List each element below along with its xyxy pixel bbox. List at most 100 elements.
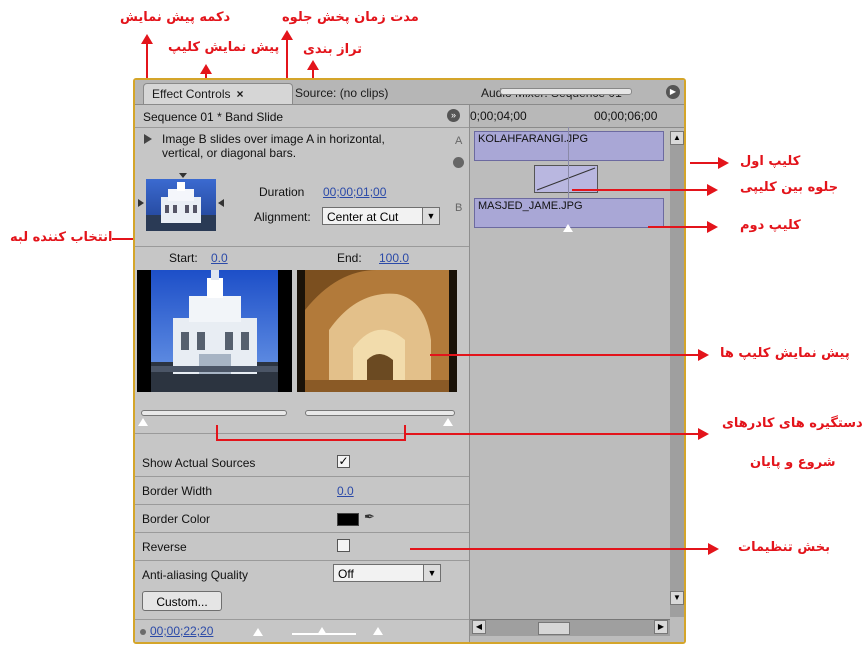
zoom-slider-handle[interactable]	[317, 627, 327, 635]
scroll-left-icon[interactable]: ◀	[472, 620, 486, 634]
eyedropper-icon[interactable]: ✒	[364, 509, 375, 525]
alignment-select-value: Center at Cut	[327, 210, 399, 224]
border-color-swatch[interactable]	[337, 513, 359, 526]
separator	[135, 619, 469, 620]
tab-effect-controls-label: Effect Controls	[152, 87, 231, 101]
edge-selector-left-icon[interactable]	[138, 199, 144, 207]
clip-a-name: KOLAHFARANGI.JPG	[478, 133, 589, 145]
expand-icon-glyph: »	[450, 110, 456, 120]
edge-selector	[138, 173, 226, 235]
separator	[135, 532, 469, 533]
play-preview-icon[interactable]	[144, 134, 152, 144]
end-preview-arch-image	[297, 270, 457, 392]
reverse-checkbox[interactable]	[337, 539, 350, 552]
scroll-right-icon[interactable]: ▶	[654, 620, 668, 634]
border-width-value[interactable]: 0.0	[337, 484, 354, 498]
leader-handles-left	[216, 425, 218, 440]
end-value[interactable]: 100.0	[379, 251, 409, 265]
edge-selector-right-icon[interactable]	[218, 199, 224, 207]
annotation-clip-preview: پیش نمایش کلیپ	[168, 40, 280, 55]
annotation-transition-between-clips: جلوه بین کلیپی	[740, 180, 839, 195]
leader-second-clip	[648, 226, 708, 228]
show-actual-sources-label: Show Actual Sources	[142, 456, 256, 470]
zoom-out-icon[interactable]	[253, 628, 263, 636]
separator	[135, 127, 469, 128]
effect-controls-panel: Effect Controls × Source: (no clips) Audi…	[133, 78, 686, 644]
leader-clips-preview	[430, 354, 700, 356]
arrow-head-first-clip	[718, 157, 729, 169]
separator	[135, 560, 469, 561]
annotation-preview-button: دکمه پیش نمایش	[120, 10, 231, 25]
leader-transition-between-clips	[572, 189, 708, 191]
tab-source[interactable]: Source: (no clips)	[287, 83, 396, 103]
annotation-first-clip: کلیپ اول	[740, 154, 801, 169]
leader-first-clip	[690, 162, 720, 164]
start-preview	[137, 270, 292, 392]
annotation-second-clip: کلیپ دوم	[740, 218, 801, 233]
end-frame-slider[interactable]	[305, 410, 455, 416]
ruler-time-right: 00;00;06;00	[594, 109, 658, 123]
start-value[interactable]: 0.0	[211, 251, 228, 265]
edge-selector-top-icon[interactable]	[179, 173, 187, 178]
duration-label: Duration	[259, 185, 305, 199]
sequence-title: Sequence 01 * Band Slide	[143, 110, 284, 124]
start-frame-handle[interactable]	[138, 418, 148, 426]
custom-button[interactable]: Custom...	[142, 591, 222, 611]
separator	[135, 246, 469, 247]
arrow-head-preview-button	[141, 34, 153, 44]
zoom-in-icon[interactable]	[373, 627, 383, 635]
playhead-icon	[140, 629, 146, 635]
annotation-frame-handles-line1: دستگیره های کادرهای	[722, 416, 863, 431]
separator	[135, 476, 469, 477]
start-frame-slider[interactable]	[141, 410, 287, 416]
leader-handles-bottom	[216, 439, 406, 441]
timeline-column: 0;00;04;00 00;00;06;00 KOLAHFARANGI.JPG …	[470, 88, 684, 642]
clip-a[interactable]: KOLAHFARANGI.JPG	[474, 131, 664, 161]
vertical-scrollbar[interactable]	[670, 131, 684, 617]
leader-handles	[406, 433, 700, 435]
arrow-head-frame-handles	[698, 428, 709, 440]
chevron-down-icon[interactable]: ▼	[423, 565, 440, 581]
clip-preview-thumbnail	[146, 179, 216, 231]
panel-menu-icon[interactable]: ▶	[666, 85, 680, 99]
close-icon[interactable]: ×	[236, 87, 243, 101]
end-label: End:	[337, 251, 362, 265]
arrow-head-second-clip	[707, 221, 718, 233]
anti-aliasing-select[interactable]: Off ▼	[333, 564, 441, 582]
end-frame-handle[interactable]	[443, 418, 453, 426]
clip-b-name: MASJED_JAME.JPG	[478, 200, 583, 212]
alignment-label: Alignment:	[254, 210, 311, 224]
border-width-label: Border Width	[142, 484, 213, 498]
work-area-bar[interactable]	[500, 88, 632, 95]
annotation-edge-selector: انتخاب کننده لبه	[10, 230, 113, 245]
transition-description: Image B slides over image A in horizonta…	[162, 132, 385, 160]
horizontal-scrollbar[interactable]	[470, 619, 670, 636]
annotation-frame-handles-line2: شروع و پایان	[750, 455, 836, 470]
arrow-head-duration	[281, 30, 293, 40]
start-label: Start:	[169, 251, 198, 265]
track-a-letter: A	[455, 135, 463, 147]
annotation-clips-preview: پیش نمایش کلیپ ها	[720, 346, 850, 361]
tab-effect-controls[interactable]: Effect Controls ×	[143, 83, 293, 104]
show-actual-sources-checkbox[interactable]: ✓	[337, 455, 350, 468]
arrow-head-alignment	[307, 60, 319, 70]
annotation-settings-section: بخش تنظیمات	[738, 540, 830, 555]
separator	[135, 504, 469, 505]
duration-value[interactable]: 00;00;01;00	[323, 185, 386, 199]
annotation-transition-duration: مدت زمان پخش جلوه	[282, 10, 419, 25]
cut-marker	[563, 224, 573, 232]
arrow-head-settings	[708, 543, 719, 555]
alignment-select[interactable]: Center at Cut ▼	[322, 207, 440, 225]
border-color-label: Border Color	[142, 512, 211, 526]
swap-icon[interactable]	[453, 157, 464, 168]
current-timecode[interactable]: 00;00;22;20	[150, 624, 213, 638]
arrow-head-clip-preview	[200, 64, 212, 74]
annotation-alignment: تراز بندی	[303, 42, 363, 57]
scroll-up-icon[interactable]: ▲	[670, 131, 684, 145]
scroll-down-icon[interactable]: ▼	[670, 591, 684, 605]
expand-icon[interactable]: »	[447, 109, 460, 122]
track-b-letter: B	[455, 202, 463, 214]
chevron-down-icon[interactable]: ▼	[422, 208, 439, 224]
arrow-head-transition-between-clips	[707, 184, 718, 196]
horizontal-scroll-thumb[interactable]	[538, 622, 570, 635]
